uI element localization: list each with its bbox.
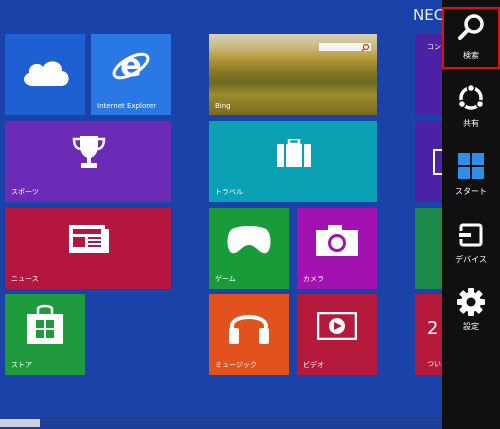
svg-text:e: e	[120, 46, 142, 84]
devices-icon	[457, 223, 483, 247]
partial-tile-icon	[433, 149, 442, 175]
sports-label: スポーツ	[11, 188, 39, 196]
store-tile[interactable]: ストア	[5, 294, 85, 375]
search-icon	[361, 43, 370, 52]
share-icon	[457, 84, 485, 110]
travel-label: トラベル	[215, 188, 243, 196]
windows-logo-icon	[458, 153, 484, 179]
start-screen: e Internet Explorer Bing コン スポーツ トラベル ニュ…	[0, 0, 500, 429]
news-label: ニュース	[11, 275, 39, 283]
horizontal-scrollbar[interactable]	[0, 417, 442, 429]
partial-tile-row3[interactable]	[415, 208, 442, 289]
bing-tile[interactable]: Bing	[209, 34, 377, 115]
sports-tile[interactable]: スポーツ	[5, 121, 171, 202]
suitcase-icon	[277, 139, 311, 167]
news-tile[interactable]: ニュース	[5, 208, 171, 289]
cloud-icon	[24, 61, 69, 86]
gear-icon	[457, 288, 485, 316]
music-label: ミュージック	[215, 361, 257, 369]
calendar-number: 2	[427, 318, 439, 339]
video-label: ビデオ	[303, 361, 324, 369]
charms-bar: 検索 共有 スタート デバイス 設定	[442, 0, 500, 429]
camera-tile[interactable]: カメラ	[297, 208, 377, 289]
start-charm[interactable]: スタート	[442, 148, 500, 218]
calendar-label: つい	[427, 360, 441, 368]
games-label: ゲーム	[215, 275, 236, 283]
games-tile[interactable]: ゲーム	[209, 208, 289, 289]
newspaper-icon	[69, 225, 109, 253]
search-charm-label: 検索	[463, 51, 479, 60]
internet-explorer-tile[interactable]: e Internet Explorer	[91, 34, 171, 115]
skydrive-tile[interactable]	[5, 34, 85, 115]
calendar-tile-partial[interactable]: 2 つい	[415, 294, 442, 375]
ie-label: Internet Explorer	[97, 102, 157, 110]
partial-tile-row2[interactable]	[415, 121, 442, 202]
search-icon	[458, 14, 484, 40]
content-tile-partial[interactable]: コン	[415, 34, 442, 115]
camera-label: カメラ	[303, 275, 324, 283]
share-charm[interactable]: 共有	[442, 78, 500, 148]
internet-explorer-icon: e	[112, 46, 150, 84]
video-tile[interactable]: ビデオ	[297, 294, 377, 375]
devices-charm-label: デバイス	[455, 255, 487, 264]
search-charm[interactable]: 検索	[442, 7, 500, 69]
camera-icon	[316, 225, 358, 256]
headphones-icon	[229, 315, 269, 344]
user-name[interactable]: NEC	[413, 6, 444, 24]
game-controller-icon	[227, 226, 271, 254]
devices-charm[interactable]: デバイス	[442, 216, 500, 286]
store-label: ストア	[11, 361, 32, 369]
bing-label: Bing	[215, 102, 231, 110]
share-charm-label: 共有	[463, 119, 479, 128]
video-icon	[317, 312, 357, 340]
content-tile-label: コン	[427, 43, 441, 51]
store-bag-icon	[27, 304, 63, 344]
settings-charm[interactable]: 設定	[442, 284, 500, 354]
music-tile[interactable]: ミュージック	[209, 294, 289, 375]
start-charm-label: スタート	[455, 187, 487, 196]
scrollbar-thumb[interactable]	[0, 419, 40, 427]
settings-charm-label: 設定	[463, 322, 479, 331]
travel-tile[interactable]: トラベル	[209, 121, 377, 202]
trophy-icon	[72, 136, 106, 168]
